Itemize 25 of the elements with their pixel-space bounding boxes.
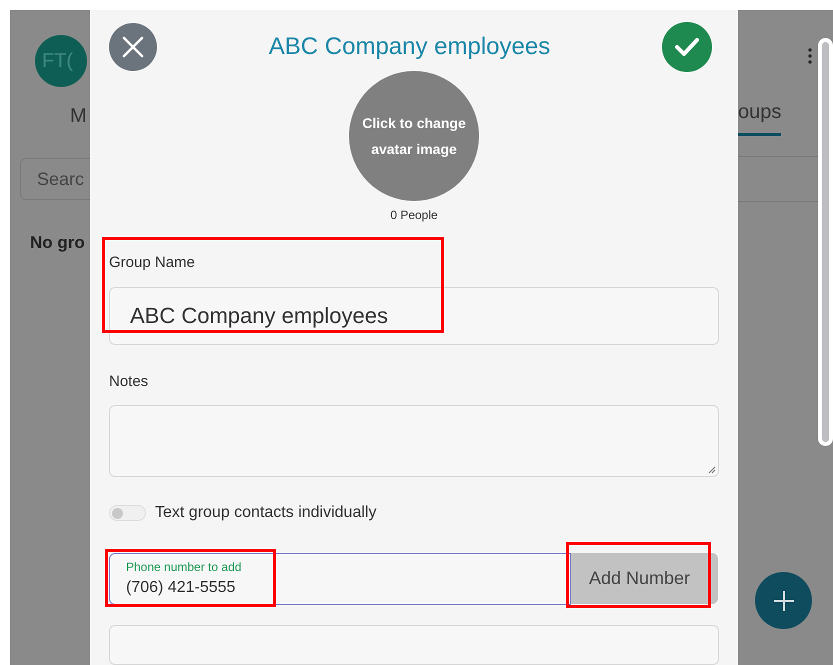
plus-icon [772,590,794,612]
check-icon [674,37,700,57]
resize-handle-icon [708,466,716,474]
more-icon [808,48,812,64]
tab[interactable]: oups [738,97,782,136]
notes-field[interactable] [109,405,719,477]
field-label: Notes [109,372,150,392]
dialog-title: ABC Company employees [268,32,550,62]
toggle-switch[interactable] [109,505,146,521]
avatar-upload-button[interactable]: Click to change avatar image [349,71,479,201]
toggle-label: Text group contacts individually [155,503,376,523]
phone-number-field[interactable]: Phone number to add (706) 421-5555 [109,553,571,605]
people-count: 0 People [390,207,438,224]
search-field[interactable]: Searc [20,158,90,200]
field-value: (706) 421-5555 [126,578,236,598]
empty-message: No gro [30,232,85,254]
confirm-button[interactable] [662,22,712,72]
close-button[interactable] [109,23,157,71]
close-icon [121,35,145,59]
group-name-field[interactable]: ABC Company employees [109,286,719,344]
add-number-button[interactable]: Add Number [571,553,718,604]
field-label: Group Name [109,253,196,273]
input-field[interactable] [109,625,719,665]
tab[interactable]: M [70,101,87,131]
field-label: Phone number to add [126,559,242,576]
